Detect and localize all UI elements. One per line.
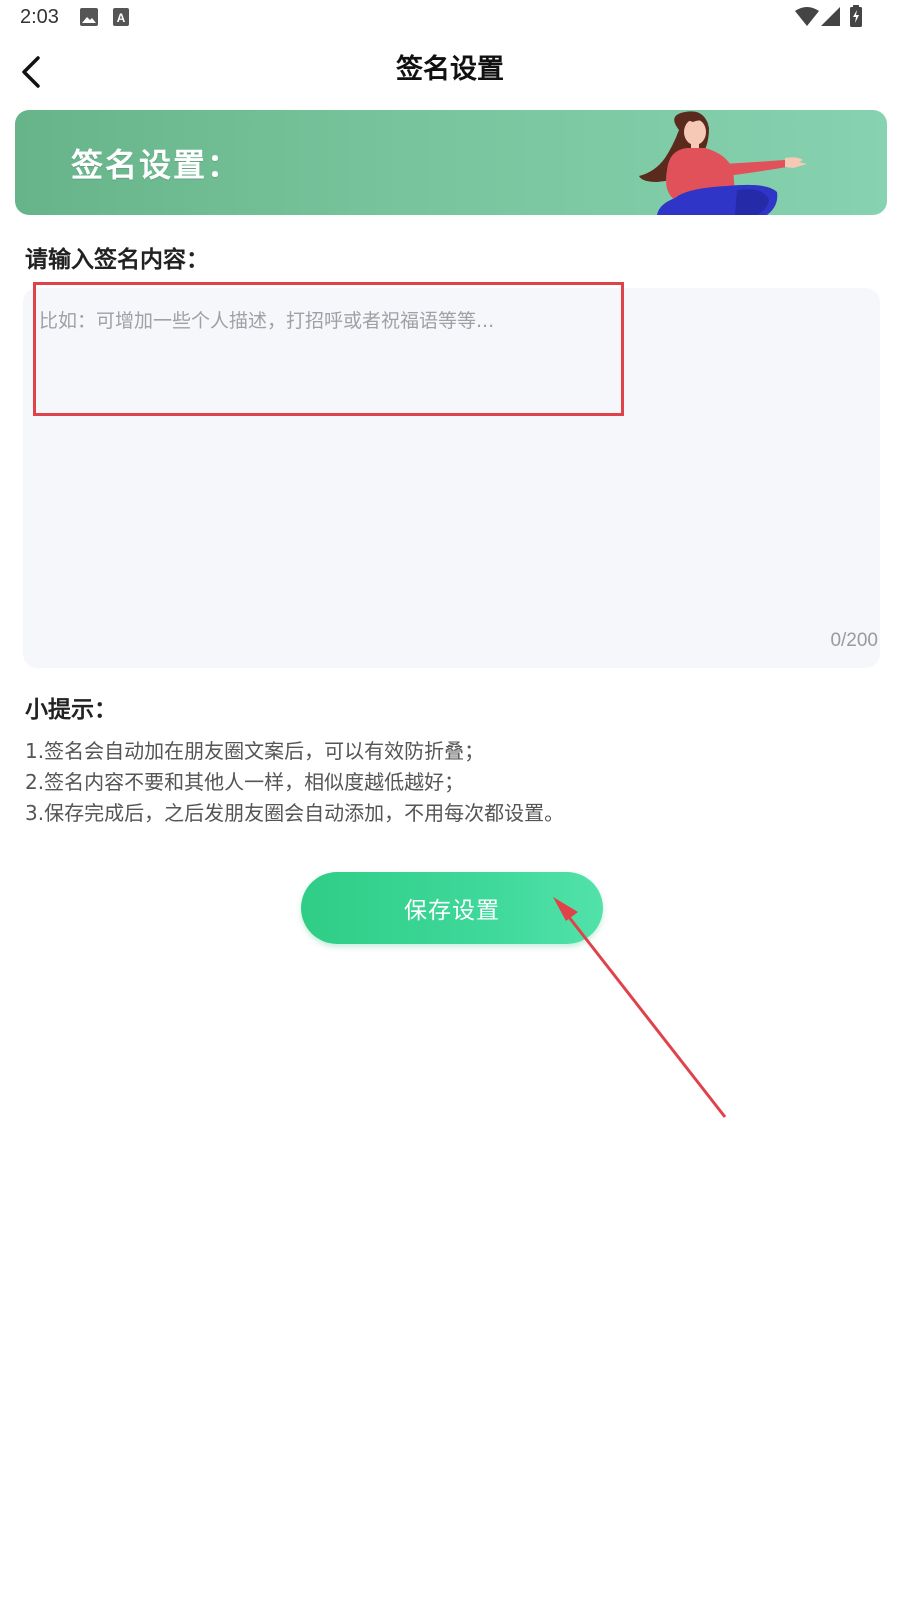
status-time: 2:03 xyxy=(20,6,59,28)
banner: 签名设置： xyxy=(15,110,887,215)
tip-item: 3.保存完成后，之后发朋友圈会自动添加，不用每次都设置。 xyxy=(25,801,565,825)
wifi-icon xyxy=(795,7,819,26)
woman-sitting-illustration xyxy=(639,111,807,215)
banner-title: 签名设置： xyxy=(71,146,242,184)
char-counter: 0/200 xyxy=(830,630,878,651)
tip-item: 2.签名内容不要和其他人一样，相似度越低越好； xyxy=(25,770,465,794)
tips-title: 小提示： xyxy=(25,697,117,723)
save-button[interactable]: 保存设置 xyxy=(301,872,603,944)
tips-list: 1.签名会自动加在朋友圈文案后，可以有效防折叠； 2.签名内容不要和其他人一样，… xyxy=(25,736,875,829)
svg-text:A: A xyxy=(117,11,126,25)
status-bar: 2:03 A xyxy=(0,0,900,36)
signature-input-label: 请输入签名内容： xyxy=(25,247,209,273)
tip-item: 1.签名会自动加在朋友圈文案后，可以有效防折叠； xyxy=(25,739,485,763)
nav-bar: 签名设置 xyxy=(0,36,900,106)
signal-icon xyxy=(821,7,840,26)
image-icon xyxy=(80,8,98,26)
battery-icon xyxy=(850,5,862,27)
a-icon: A xyxy=(113,8,129,26)
annotation-highlight-box xyxy=(33,282,624,416)
page-title: 签名设置 xyxy=(396,54,504,85)
